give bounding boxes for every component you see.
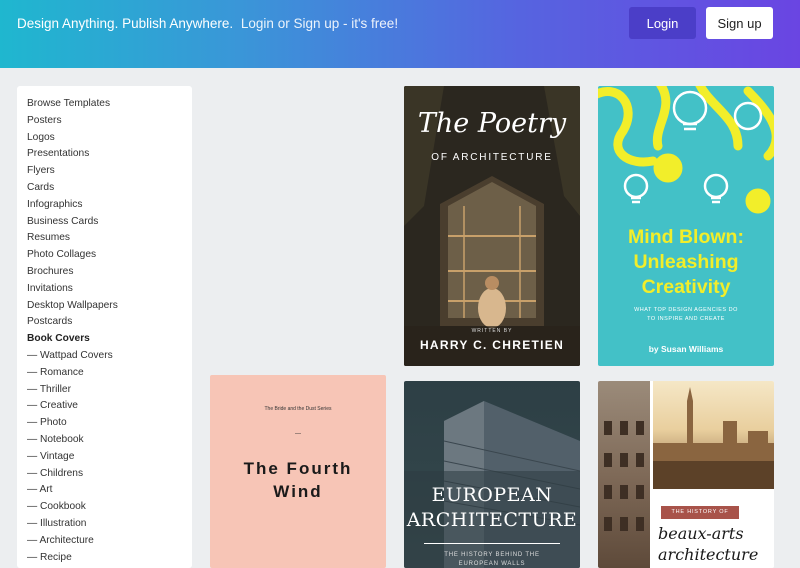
card-title-line: ARCHITECTURE	[406, 509, 578, 531]
sidebar-item[interactable]: Posters	[27, 113, 192, 130]
card-author: by Susan Williams	[648, 344, 724, 354]
sidebar-item[interactable]: Postcards	[27, 314, 192, 331]
facade-windows-icon	[604, 421, 644, 531]
card-author: HARRY C. CHRETIEN	[419, 338, 565, 352]
sidebar-item[interactable]: — Cookbook	[27, 499, 192, 516]
card-divider	[424, 543, 560, 544]
card-label: THE HISTORY OF	[661, 506, 739, 519]
card-written-by: WRITTEN BY	[471, 328, 513, 334]
template-card-european-architecture[interactable]: EUROPEAN ARCHITECTURE THE HISTORY BEHIND…	[404, 381, 580, 568]
sidebar-item[interactable]: — Creative	[27, 398, 192, 415]
card-title: The Poetry	[417, 108, 567, 139]
sidebar-item[interactable]: — Illustration	[27, 516, 192, 533]
template-card-fourth-wind[interactable]: The Bride and the Dust Series — The Four…	[210, 375, 386, 568]
template-card-beaux-arts[interactable]: THE HISTORY OF beaux-arts architecture	[598, 381, 774, 568]
lightbulb-icon	[598, 86, 774, 214]
tagline: Design Anything. Publish Anywhere. Login…	[17, 16, 398, 31]
card-title-line: beaux-arts	[658, 524, 744, 543]
sidebar-item[interactable]: — Thriller	[27, 382, 192, 399]
card-subtitle-line: TO INSPIRE AND CREATE	[647, 316, 725, 322]
sidebar-item[interactable]: Cards	[27, 180, 192, 197]
card-title-line: EUROPEAN	[431, 484, 553, 506]
card-title-line: Wind	[273, 482, 323, 501]
tagline-cta[interactable]: Login or Sign up - it's free!	[241, 16, 398, 31]
card-subtitle: WHAT TOP DESIGN AGENCIES DO TO INSPIRE A…	[598, 306, 774, 324]
card-title-line: The Fourth	[243, 459, 353, 478]
sidebar-item[interactable]: Flyers	[27, 163, 192, 180]
signup-button[interactable]: Sign up	[706, 7, 773, 39]
sidebar-item[interactable]: — Childrens	[27, 466, 192, 483]
sidebar-item[interactable]: — Recipe	[27, 550, 192, 567]
card-title: The Fourth Wind	[210, 457, 386, 503]
sidebar-item[interactable]: — Wattpad Covers	[27, 348, 192, 365]
template-card-mind-blown[interactable]: Mind Blown: Unleashing Creativity WHAT T…	[598, 86, 774, 366]
card-title: EUROPEAN ARCHITECTURE	[404, 483, 580, 533]
sidebar-item[interactable]: — Art	[27, 482, 192, 499]
sidebar-item[interactable]: — Photo	[27, 415, 192, 432]
skyline-icon	[653, 387, 774, 489]
card-title: beaux-arts architecture	[658, 523, 774, 565]
sidebar-item[interactable]: — Architecture	[27, 533, 192, 550]
sidebar-item[interactable]: Invitations	[27, 281, 192, 298]
sidebar-item[interactable]: Photo Collages	[27, 247, 192, 264]
sidebar-item[interactable]: Business Cards	[27, 214, 192, 231]
header-bar: Design Anything. Publish Anywhere. Login…	[0, 0, 800, 68]
building-photo	[404, 401, 580, 568]
category-sidebar: Browse Templates Posters Logos Presentation…	[17, 86, 192, 568]
sidebar-item[interactable]: Book Covers	[27, 331, 192, 348]
sidebar-item[interactable]: — Vintage	[27, 449, 192, 466]
sidebar-item[interactable]: Brochures	[27, 264, 192, 281]
card-subtitle-line: THE HISTORY BEHIND THE	[444, 552, 540, 558]
sidebar-item[interactable]: Browse Templates	[27, 96, 192, 113]
card-title-line: Unleashing	[633, 251, 739, 273]
city-skyline-photo	[653, 381, 774, 489]
sidebar-item[interactable]: Resumes	[27, 230, 192, 247]
card-title-line: Mind Blown:	[628, 226, 744, 248]
card-subtitle-line: EUROPEAN WALLS	[458, 561, 526, 567]
template-card-poetry-of-architecture[interactable]: The Poetry OF ARCHITECTURE WRITTEN BY HA…	[404, 86, 580, 366]
card-subtitle-line: WHAT TOP DESIGN AGENCIES DO	[634, 307, 738, 313]
sidebar-item[interactable]: Logos	[27, 130, 192, 147]
card-title: Mind Blown: Unleashing Creativity	[598, 225, 774, 300]
sidebar-item[interactable]: Desktop Wallpapers	[27, 298, 192, 315]
sidebar-item[interactable]: — Notebook	[27, 432, 192, 449]
card-subtitle: OF ARCHITECTURE	[431, 152, 553, 163]
building-facade-photo	[598, 381, 650, 568]
sidebar-item[interactable]: Presentations	[27, 146, 192, 163]
tagline-main: Design Anything. Publish Anywhere.	[17, 16, 234, 31]
card-title-line: Creativity	[641, 276, 731, 298]
login-button[interactable]: Login	[629, 7, 696, 39]
card-title-line: architecture	[658, 545, 759, 564]
card-subtitle: THE HISTORY BEHIND THE EUROPEAN WALLS	[404, 551, 580, 568]
sidebar-item[interactable]: — Romance	[27, 365, 192, 382]
sidebar-item[interactable]: Infographics	[27, 197, 192, 214]
card-divider: —	[295, 431, 301, 437]
card-series: The Bride and the Dust Series	[264, 406, 332, 412]
